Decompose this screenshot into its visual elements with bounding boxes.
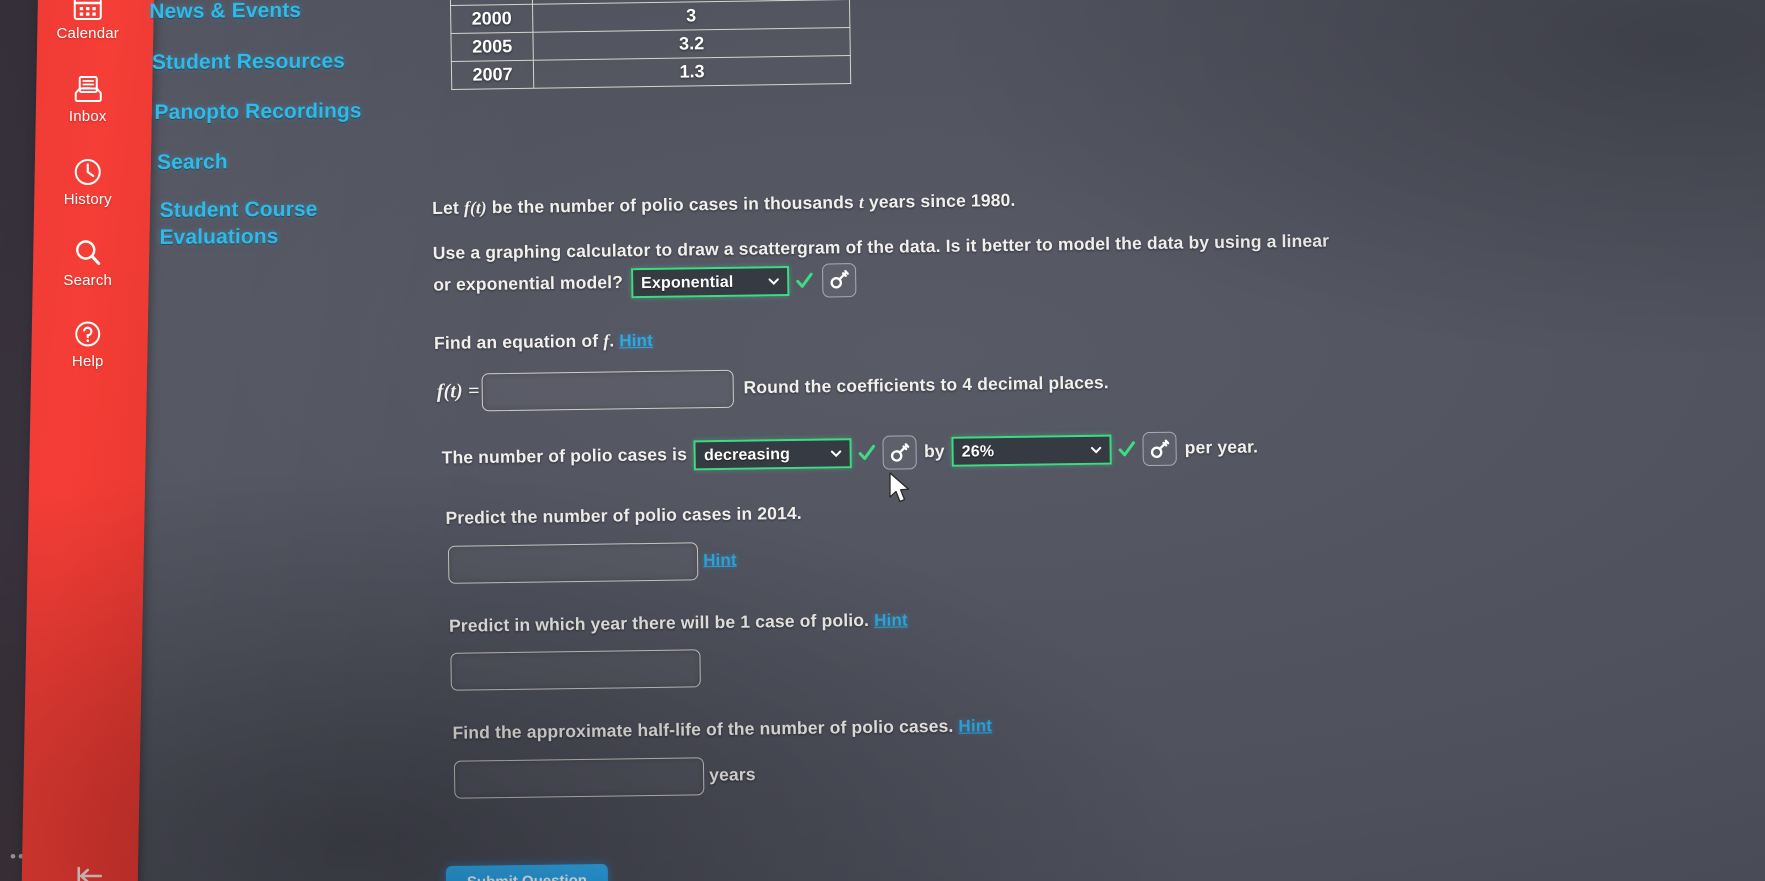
predict-2014-row: Hint (447, 527, 1757, 584)
hint-link-predict-2014[interactable]: Hint (703, 550, 737, 569)
rate-select-value: 26% (961, 443, 995, 462)
predict-year-label: Predict in which year there will be 1 ca… (448, 609, 870, 636)
halflife-row: years (453, 743, 1760, 799)
chevron-down-icon (831, 450, 842, 458)
question-circle-icon (30, 316, 146, 352)
intro-function: f(t) (463, 197, 487, 218)
submit-question-button[interactable]: Submit Question (445, 863, 609, 881)
predict-2014-label: Predict the number of polio cases in 201… (445, 503, 803, 529)
find-equation-label: Find an equation of f. Hint (434, 312, 1754, 356)
table-cell-year: 2007 (451, 60, 534, 90)
halflife-label: Find the approximate half-life of the nu… (452, 716, 954, 744)
equation-answer-row: f(t) = Round the coefficients to 4 decima… (436, 356, 1754, 412)
equation-lhs: f(t) = (436, 380, 480, 403)
trend-direction-value: decreasing (703, 446, 791, 465)
trend-answer-key-button[interactable] (882, 435, 918, 471)
polio-data-table: 1988 350 1992 138 1996 34 2000 3 2005 3.… (449, 0, 851, 90)
calendar-icon (30, 0, 146, 24)
find-equation-pre: Find an equation of (433, 330, 604, 353)
model-answer-key-button[interactable] (821, 262, 857, 298)
equation-rounding-note: Round the coefficients to 4 decimal plac… (743, 372, 1109, 398)
global-nav-item-calendar[interactable]: Calendar (30, 0, 146, 42)
course-nav-item-news-events[interactable]: News & Events (149, 0, 301, 26)
green-check-icon (794, 270, 814, 290)
course-nav-item-search[interactable]: Search (157, 149, 228, 176)
predict-year-label-row: Predict in which year there will be 1 ca… (449, 595, 1758, 639)
global-nav-label-help: Help (71, 353, 104, 370)
chevron-down-icon (768, 278, 779, 285)
halflife-label-row: Find the approximate half-life of the nu… (452, 703, 1759, 747)
predict-2014-input[interactable] (447, 542, 699, 584)
key-icon (1151, 439, 1170, 458)
intro-tail: years since 1980. (863, 189, 1016, 212)
magnifier-icon (30, 235, 146, 271)
model-prompt-line-2: or exponential model? (433, 271, 624, 295)
hint-link-halflife[interactable]: Hint (958, 717, 992, 736)
global-nav-label-inbox: Inbox (68, 108, 107, 125)
trend-suffix: per year. (1184, 436, 1259, 458)
green-check-icon (857, 443, 877, 463)
trend-direction-select[interactable]: decreasing (693, 438, 853, 471)
trend-prefix: The number of polio cases is (441, 444, 688, 468)
table-body: 1988 350 1992 138 1996 34 2000 3 2005 3.… (449, 0, 851, 90)
model-type-select[interactable]: Exponential (630, 265, 790, 298)
green-check-icon (1117, 440, 1137, 460)
table-cell-year: 2005 (450, 32, 534, 62)
global-nav-label-search: Search (63, 272, 113, 289)
predict-year-input[interactable] (450, 649, 701, 692)
global-nav-label-calendar: Calendar (56, 25, 119, 42)
table-row: 2007 1.3 (451, 55, 851, 90)
trend-row: The number of polio cases is decreasing by… (441, 424, 1755, 476)
course-navigation: News & Events Student Resources Panopto … (146, 0, 419, 375)
intro-pre: Let (432, 197, 465, 218)
halflife-input[interactable] (453, 757, 705, 799)
intro-post: be the number of polio cases in thousand… (486, 192, 859, 218)
global-nav-item-history[interactable]: History (30, 154, 146, 208)
global-nav-item-inbox[interactable]: Inbox (30, 71, 146, 125)
intro-sentence: Let f(t) be the number of polio cases in… (432, 178, 1752, 222)
global-nav-item-search[interactable]: Search (30, 235, 146, 289)
clock-icon (30, 154, 146, 190)
global-navigation: Calendar Inbox History Search Help (21, 0, 154, 881)
course-nav-item-student-resources[interactable]: Student Resources (152, 49, 345, 77)
halflife-unit: years (708, 764, 756, 785)
screen-photo: ••• Calendar (0, 0, 1765, 881)
table-cell-cases: 1.3 (533, 55, 851, 89)
model-type-select-value: Exponential (640, 273, 734, 292)
key-icon (891, 442, 910, 462)
rate-select[interactable]: 26% (951, 434, 1112, 468)
key-icon (830, 270, 849, 289)
hint-link-equation[interactable]: Hint (619, 331, 653, 350)
collapse-arrow-icon[interactable] (30, 865, 146, 881)
course-nav-item-panopto-recordings[interactable]: Panopto Recordings (154, 98, 361, 127)
inbox-icon (30, 71, 146, 107)
predict-year-row (450, 635, 1758, 692)
equation-input[interactable] (481, 370, 734, 412)
question-body: Let f(t) be the number of polio cases in… (432, 178, 1760, 799)
find-equation-post: . (609, 330, 615, 351)
hint-link-predict-year[interactable]: Hint (874, 610, 908, 629)
chevron-down-icon (1090, 447, 1102, 454)
course-nav-item-student-course-evaluations[interactable]: Student Course Evaluations (159, 197, 317, 252)
global-nav-item-help[interactable]: Help (30, 316, 146, 370)
global-nav-label-history: History (63, 191, 112, 208)
trend-by-label: by (923, 440, 945, 462)
table-cell-year: 2000 (450, 4, 533, 34)
rate-answer-key-button[interactable] (1142, 432, 1177, 467)
